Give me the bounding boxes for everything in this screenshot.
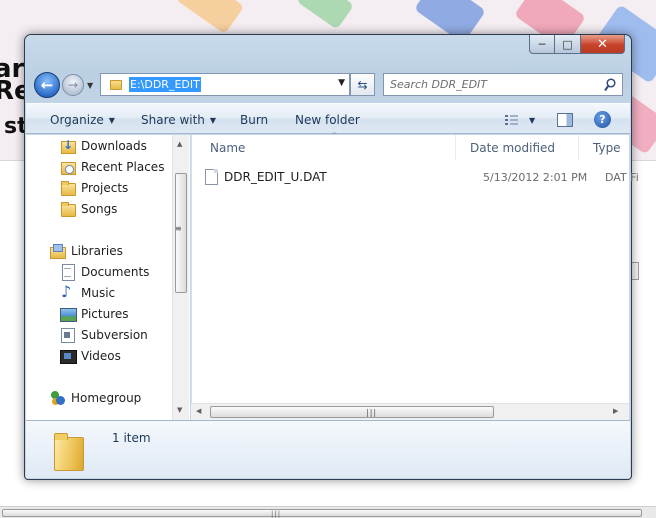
subversion-icon xyxy=(60,327,76,343)
view-options-dropdown[interactable]: ▼ xyxy=(529,116,535,125)
caption-buttons: ─ □ ✕ xyxy=(529,35,625,55)
file-name: DDR_EDIT_U.DAT xyxy=(224,170,327,184)
address-bar[interactable]: E:\DDR_EDIT ▼ xyxy=(100,73,350,96)
nav-item-label: Downloads xyxy=(81,139,147,153)
scroll-down-icon[interactable]: ▼ xyxy=(177,406,182,414)
item-count: 1 item xyxy=(112,431,151,445)
nav-item-label: Recent Places xyxy=(81,160,165,174)
nav-item-label: Subversion xyxy=(81,328,148,342)
documents-icon xyxy=(60,264,76,281)
nav-item-videos[interactable]: Videos xyxy=(60,346,121,366)
organize-button[interactable]: Organize ▼ xyxy=(50,113,115,127)
nav-item-label: Libraries xyxy=(71,244,123,258)
maximize-button[interactable]: □ xyxy=(555,35,581,54)
nav-item-subversion[interactable]: Subversion xyxy=(60,325,148,345)
close-icon: ✕ xyxy=(597,36,608,52)
nav-item-label: Projects xyxy=(81,181,129,195)
chevron-down-icon: ▼ xyxy=(209,116,217,125)
background-horizontal-scrollbar[interactable]: ||| xyxy=(0,506,656,518)
scroll-up-icon[interactable]: ▲ xyxy=(177,140,182,148)
libraries-icon xyxy=(50,243,66,259)
nav-item-documents[interactable]: Documents xyxy=(60,262,149,282)
share-with-label: Share with xyxy=(141,113,205,127)
nav-item-music[interactable]: Music xyxy=(60,282,116,303)
chevron-down-icon: ▼ xyxy=(108,116,115,125)
recent-places-icon xyxy=(60,159,76,175)
scrollbar-grip-icon: ||| xyxy=(366,408,378,417)
nav-item-label: Homegroup xyxy=(71,391,142,405)
back-arrow-icon: ← xyxy=(40,76,54,94)
help-icon[interactable]: ? xyxy=(594,111,611,128)
forward-arrow-icon: → xyxy=(67,78,79,92)
refresh-icon: ⇆ xyxy=(357,77,368,92)
scrollbar-grip-icon: ||| xyxy=(271,510,282,518)
scrollbar-thumb[interactable] xyxy=(175,173,187,293)
scrollbar-grip-icon: ≡ xyxy=(175,224,182,233)
file-type: DAT Fi xyxy=(605,171,639,184)
videos-icon xyxy=(60,348,77,364)
preview-pane-icon[interactable] xyxy=(557,113,573,127)
address-path[interactable]: E:\DDR_EDIT xyxy=(129,77,201,92)
maximize-icon: □ xyxy=(562,37,573,51)
file-list-horizontal-scrollbar[interactable]: ◀ ||| ▶ xyxy=(191,403,629,420)
nav-item-label: Music xyxy=(81,286,116,300)
minimize-button[interactable]: ─ xyxy=(529,35,555,54)
nav-item-downloads[interactable]: Downloads xyxy=(60,136,147,156)
nav-item-label: Videos xyxy=(81,349,121,363)
homegroup-icon xyxy=(50,390,66,406)
navigation-pane: Downloads Recent Places Projects Songs L… xyxy=(26,135,190,420)
search-box[interactable]: Search DDR_EDIT xyxy=(383,73,623,96)
burn-button[interactable]: Burn xyxy=(240,113,268,127)
nav-item-songs[interactable]: Songs xyxy=(60,199,117,219)
explorer-window: ─ □ ✕ ← → ▼ E:\DDR_EDIT ▼ ⇆ Search DDR_E… xyxy=(24,34,639,480)
file-icon xyxy=(205,169,218,185)
share-with-button[interactable]: Share with ▼ xyxy=(141,113,216,127)
folder-icon xyxy=(110,79,122,90)
nav-item-homegroup[interactable]: Homegroup xyxy=(50,388,141,408)
nav-item-libraries[interactable]: Libraries xyxy=(50,241,123,261)
background-scrollbar-thumb[interactable]: ||| xyxy=(2,509,642,518)
nav-item-label: Pictures xyxy=(81,307,129,321)
navigation-pane-scrollbar[interactable]: ▲ ≡ ▼ xyxy=(172,135,189,420)
nav-item-label: Documents xyxy=(81,265,150,279)
details-pane: 1 item xyxy=(26,420,630,478)
folder-icon xyxy=(54,431,84,471)
downloads-folder-icon xyxy=(60,138,76,154)
recent-pages-dropdown[interactable]: ▼ xyxy=(87,81,95,90)
folder-icon xyxy=(60,201,76,217)
close-button[interactable]: ✕ xyxy=(581,35,625,54)
file-list-pane: ^ Name Date modified Type DDR_EDIT_U.DAT… xyxy=(191,131,639,420)
music-icon xyxy=(60,282,76,301)
back-button[interactable]: ← xyxy=(34,72,60,98)
search-icon[interactable] xyxy=(604,78,616,92)
column-header-date-modified[interactable]: Date modified xyxy=(456,135,579,160)
new-folder-button[interactable]: New folder xyxy=(295,113,360,127)
column-header-name[interactable]: Name xyxy=(192,135,456,160)
chevron-down-icon: ▼ xyxy=(87,81,94,90)
minimize-icon: ─ xyxy=(538,37,546,51)
nav-item-pictures[interactable]: Pictures xyxy=(60,304,129,324)
nav-item-recent-places[interactable]: Recent Places xyxy=(60,157,164,177)
folder-icon xyxy=(60,180,76,196)
file-date-modified: 5/13/2012 2:01 PM xyxy=(483,171,588,184)
file-row[interactable]: DDR_EDIT_U.DAT 5/13/2012 2:01 PM DAT Fi xyxy=(205,167,639,187)
organize-label: Organize xyxy=(50,113,104,127)
command-bar: Organize ▼ Share with ▼ Burn New folder ▼ … xyxy=(26,103,630,134)
pictures-icon xyxy=(60,306,77,322)
search-placeholder: Search DDR_EDIT xyxy=(390,78,487,91)
refresh-button[interactable]: ⇆ xyxy=(350,73,375,96)
forward-button[interactable]: → xyxy=(62,74,84,96)
scrollbar-thumb[interactable]: ||| xyxy=(210,406,494,418)
scroll-left-icon[interactable]: ◀ xyxy=(196,407,201,415)
address-history-dropdown[interactable]: ▼ xyxy=(338,78,345,88)
scroll-right-icon[interactable]: ▶ xyxy=(613,407,618,415)
nav-item-label: Songs xyxy=(81,202,118,216)
change-view-icon[interactable] xyxy=(504,113,520,127)
nav-item-projects[interactable]: Projects xyxy=(60,178,128,198)
column-header-type[interactable]: Type xyxy=(579,135,629,160)
